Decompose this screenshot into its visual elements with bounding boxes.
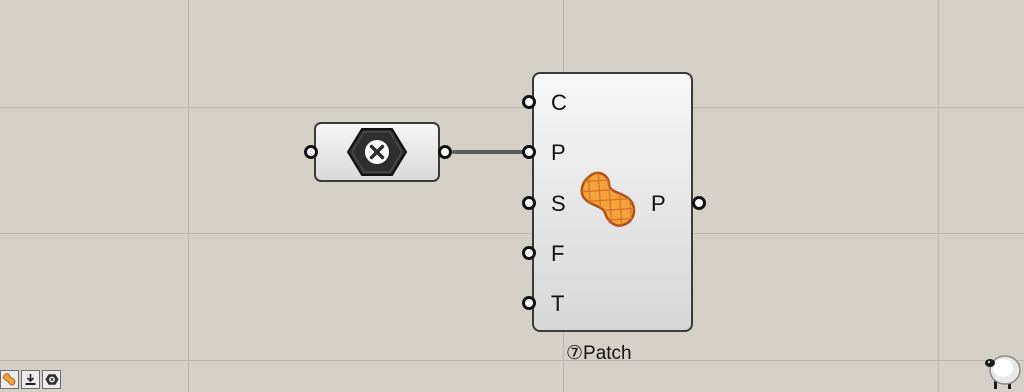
patch-surface-icon <box>580 171 636 227</box>
connection-wire[interactable] <box>452 150 528 154</box>
grid-line <box>0 107 1024 108</box>
param-output-grip[interactable] <box>438 145 452 159</box>
input-label-c: C <box>551 90 567 115</box>
hex-close-button[interactable] <box>42 370 61 389</box>
input-label-t: T <box>551 291 565 316</box>
component-caption: ⑦Patch <box>566 343 632 364</box>
status-toolbar <box>0 370 61 389</box>
sheep-icon[interactable] <box>984 350 1022 390</box>
input-grip-p[interactable] <box>522 145 536 159</box>
input-grip-f[interactable] <box>522 246 536 260</box>
output-grip-p[interactable] <box>692 196 706 210</box>
download-icon <box>25 374 36 385</box>
patch-button[interactable] <box>0 370 19 389</box>
input-grip-t[interactable] <box>522 296 536 310</box>
hex-close-icon <box>44 374 59 385</box>
input-grip-s[interactable] <box>522 196 536 210</box>
input-label-f: F <box>551 241 565 266</box>
output-label-p: P <box>651 191 666 216</box>
grid-line <box>938 0 939 392</box>
param-input-grip[interactable] <box>304 145 318 159</box>
grid-line <box>188 0 189 392</box>
input-label-p: P <box>551 140 566 165</box>
download-button[interactable] <box>21 370 40 389</box>
grid-line <box>0 233 1024 234</box>
patch-icon <box>3 373 16 386</box>
hexagon-close-icon <box>346 128 408 176</box>
grid-line <box>0 360 1024 361</box>
input-label-s: S <box>551 191 566 216</box>
input-grip-c[interactable] <box>522 95 536 109</box>
